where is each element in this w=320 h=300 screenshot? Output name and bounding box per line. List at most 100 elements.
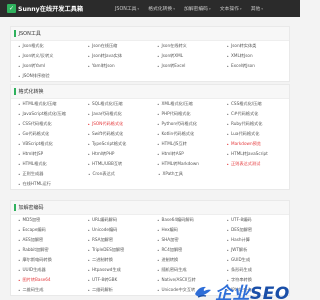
tool-link-label: 二进制转换 bbox=[91, 257, 113, 262]
tool-link-label: 进制转换 bbox=[161, 257, 179, 262]
tool-link[interactable]: • Ruby代码格式化 bbox=[220, 121, 290, 127]
tool-link[interactable]: • Kotlin代码格式化 bbox=[150, 131, 220, 137]
tool-link[interactable]: • 摩尔斯电码转换 bbox=[11, 257, 81, 263]
tool-link[interactable]: • Hex编码 bbox=[150, 227, 220, 233]
tool-link[interactable]: • Cron表达式 bbox=[81, 171, 151, 177]
tool-link[interactable]: • Rabbit加解密 bbox=[11, 247, 81, 253]
tool-link-label: Base64编码解码 bbox=[161, 217, 194, 222]
tool-link[interactable]: • Excel转Json bbox=[220, 63, 290, 69]
watermark-text-b: SEO bbox=[250, 284, 290, 300]
tool-link[interactable]: • TripleDES加解密 bbox=[81, 247, 151, 253]
tool-link[interactable]: • VBScript格式化 bbox=[11, 141, 81, 147]
tool-link[interactable]: • CSS格式化/压缩 bbox=[220, 101, 290, 107]
tool-link[interactable]: • 二维码生成 bbox=[11, 287, 81, 293]
tool-link[interactable]: • Go代码格式化 bbox=[11, 131, 81, 137]
tool-link-label: UUID生成器 bbox=[22, 267, 46, 272]
site-logo[interactable]: ✓ Sunny在线开发工具箱 bbox=[7, 3, 83, 14]
tool-link[interactable]: • GUID生成 bbox=[220, 257, 290, 263]
tool-link[interactable]: • TypeScript格式化 bbox=[81, 141, 151, 147]
tool-link[interactable]: • JSON代码格式化 bbox=[81, 121, 151, 127]
tool-link-label: Kotlin代码格式化 bbox=[161, 131, 195, 136]
tool-link[interactable]: • HTML/JS互转 bbox=[150, 141, 220, 147]
tool-link[interactable]: • XML转Json bbox=[220, 53, 290, 59]
tool-row: • 正则生成器 • Cron表达式 • XPath工具 bbox=[11, 169, 289, 179]
bullet-icon: • bbox=[87, 43, 90, 49]
tool-link[interactable]: • JSON排序校验 bbox=[11, 73, 81, 79]
nav-item-3[interactable]: 文本操作▾ bbox=[220, 5, 242, 12]
tool-link[interactable]: • Html转JSP bbox=[11, 151, 81, 157]
tool-link[interactable]: • JavaScript格式化/压缩 bbox=[11, 111, 81, 117]
tool-link[interactable]: • Markdown预览 bbox=[220, 141, 290, 147]
tool-link[interactable]: • 二维码解析 bbox=[81, 287, 151, 293]
main-nav: JSON工具▾ 格式化转换▾ 加解密编码▾ 文本操作▾ 其他▾ bbox=[115, 0, 272, 17]
bullet-icon: • bbox=[157, 217, 160, 223]
tool-link[interactable]: • SQL格式化/压缩 bbox=[81, 101, 151, 107]
tool-link[interactable]: • 在线HTML运行 bbox=[11, 181, 81, 187]
tool-link[interactable]: • Json转Excel bbox=[150, 63, 220, 69]
tool-link[interactable]: • 条形码生成 bbox=[220, 267, 290, 273]
tool-link[interactable]: • 进制转换 bbox=[150, 257, 220, 263]
tool-link[interactable]: • DES加解密 bbox=[220, 227, 290, 233]
tool-link[interactable]: • RSA加解密 bbox=[81, 237, 151, 243]
tool-link[interactable]: • Swift代码格式化 bbox=[81, 131, 151, 137]
tool-link[interactable]: • Json转义/反转义 bbox=[11, 53, 81, 59]
tool-link[interactable]: • HTML/UBB互转 bbox=[81, 161, 151, 167]
tool-link[interactable]: • SHA加密 bbox=[150, 237, 220, 243]
nav-item-2[interactable]: 加解密编码▾ bbox=[184, 5, 211, 12]
tool-link[interactable]: • MD5加密 bbox=[11, 217, 81, 223]
tool-link-label: Go代码格式化 bbox=[22, 131, 50, 136]
nav-item-1[interactable]: 格式化转换▾ bbox=[148, 5, 175, 12]
nav-item-4[interactable]: 其他▾ bbox=[251, 5, 263, 12]
tool-link[interactable]: • PHP代码格式化 bbox=[150, 111, 220, 117]
bullet-icon: • bbox=[87, 121, 90, 127]
tool-link[interactable]: • Hash计算 bbox=[220, 237, 290, 243]
tool-link[interactable]: • XPath工具 bbox=[151, 171, 221, 177]
tool-link[interactable]: • HTML格式化/压缩 bbox=[11, 101, 81, 107]
tool-link[interactable]: • HTML格式化 bbox=[11, 161, 81, 167]
tool-link[interactable]: • UTF-8编码 bbox=[220, 217, 290, 223]
tool-link[interactable]: • URL编码解码 bbox=[81, 217, 151, 223]
tool-link-label: Yaml转Json bbox=[91, 63, 115, 68]
tool-link[interactable]: • 正则表达式测试 bbox=[220, 161, 290, 167]
tool-link[interactable]: • Json转Java实体 bbox=[81, 53, 151, 59]
tool-link[interactable]: • Html转PHP bbox=[81, 151, 151, 157]
tool-row: • Json转Yaml • Yaml转Json • Json转Excel • Excel转Js… bbox=[11, 61, 289, 71]
tool-link-label: SQL格式化/压缩 bbox=[91, 101, 123, 106]
tool-link[interactable]: • RC4加解密 bbox=[150, 247, 220, 253]
tool-link[interactable]: • Lua代码格式化 bbox=[220, 131, 290, 137]
nav-item-0[interactable]: JSON工具▾ bbox=[115, 5, 139, 12]
tool-link[interactable]: • JWT解析 bbox=[220, 247, 290, 253]
tool-link[interactable]: • Java代码格式化 bbox=[81, 111, 151, 117]
tool-row: • HTML格式化 • HTML/UBB互转 • HTML转Markdown • 正则表达式测… bbox=[11, 159, 289, 169]
tool-link[interactable]: • 二进制转换 bbox=[81, 257, 151, 263]
tool-link[interactable]: • Yaml转Json bbox=[81, 63, 151, 69]
tool-link[interactable]: • 随机密码生成 bbox=[150, 267, 220, 273]
tool-link[interactable]: • Escape编码 bbox=[11, 227, 81, 233]
tool-link[interactable]: • CSS代码格式化 bbox=[11, 121, 81, 127]
tool-link[interactable]: • Unicode编码 bbox=[81, 227, 151, 233]
tool-link[interactable]: • Json转XML bbox=[150, 53, 220, 59]
tool-link[interactable]: • XML格式化/压缩 bbox=[150, 101, 220, 107]
tool-link[interactable]: • Json转实体类 bbox=[220, 43, 290, 49]
nav-item-label: 其他 bbox=[250, 7, 261, 12]
tool-link[interactable]: • 图片转Base64 bbox=[11, 277, 81, 283]
tool-link[interactable]: • HTML转JavaScript bbox=[220, 151, 290, 157]
tool-link-label: Python代码格式化 bbox=[161, 121, 197, 126]
tool-link[interactable]: • Json在线转义 bbox=[150, 43, 220, 49]
tool-link[interactable]: • Python代码格式化 bbox=[150, 121, 220, 127]
tool-link[interactable]: • Htpasswd生成 bbox=[81, 267, 151, 273]
tool-link[interactable]: • Json在线压缩 bbox=[81, 43, 151, 49]
tool-link-label: Html转PHP bbox=[91, 151, 115, 156]
tool-link[interactable]: • Json格式化 bbox=[11, 43, 81, 49]
tool-link[interactable]: • C#代码格式化 bbox=[220, 111, 290, 117]
tool-link[interactable]: • 正则生成器 bbox=[11, 171, 81, 177]
tool-link[interactable]: • Json转Yaml bbox=[11, 63, 81, 69]
tool-link[interactable]: • HTML转Markdown bbox=[150, 161, 220, 167]
tool-link[interactable]: • Html转ASP bbox=[150, 151, 220, 157]
tool-link[interactable]: • AES加解密 bbox=[11, 237, 81, 243]
tool-link[interactable]: • UTF-8转GBK bbox=[81, 277, 151, 283]
tool-link[interactable]: • UUID生成器 bbox=[11, 267, 81, 273]
tool-link[interactable]: • Base64编码解码 bbox=[150, 217, 220, 223]
site-title: Sunny在线开发工具箱 bbox=[18, 6, 84, 13]
bullet-icon: • bbox=[18, 141, 21, 147]
